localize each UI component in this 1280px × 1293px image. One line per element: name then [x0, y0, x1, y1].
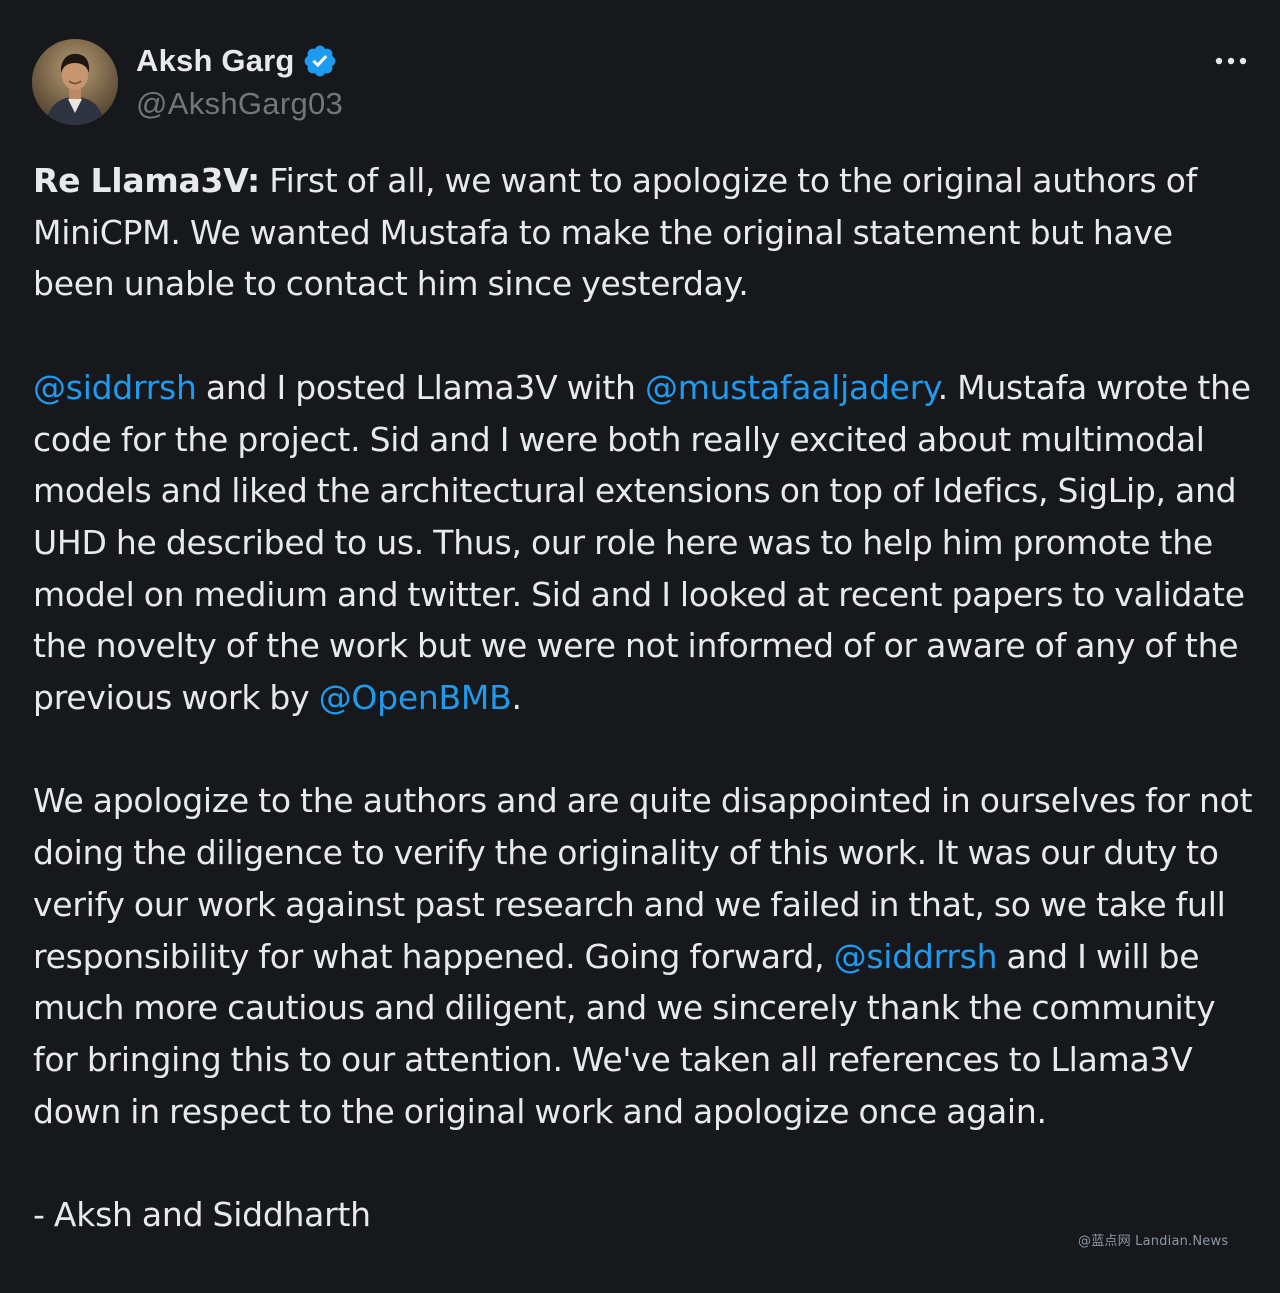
- verified-badge-icon[interactable]: [302, 43, 338, 79]
- tweet-text: Re Llama3V: First of all, we want to apo…: [33, 155, 1263, 1241]
- more-options-button[interactable]: [1208, 44, 1254, 78]
- tweet-text-segment: .: [511, 678, 523, 718]
- author-name-row: Aksh Garg: [136, 40, 343, 82]
- tweet-paragraph-3: We apologize to the authors and are quit…: [33, 775, 1263, 1137]
- watermark: @蓝点网 Landian.News: [1078, 1234, 1229, 1249]
- author-block: Aksh Garg @AkshGarg03: [136, 40, 343, 122]
- mention-link-mustafaaljadery[interactable]: @mustafaaljadery: [645, 368, 938, 407]
- tweet-paragraph-2: @siddrrsh and I posted Llama3V with @mus…: [33, 362, 1263, 724]
- tweet-paragraph-1: Re Llama3V: First of all, we want to apo…: [33, 155, 1263, 310]
- tweet-card: Aksh Garg @AkshGarg03 Re Llama3V: First …: [0, 0, 1280, 1293]
- more-options-icon: [1215, 57, 1247, 65]
- avatar-photo: [32, 39, 118, 125]
- author-handle[interactable]: @AkshGarg03: [136, 86, 343, 122]
- avatar[interactable]: [32, 39, 118, 125]
- author-display-name[interactable]: Aksh Garg: [136, 43, 295, 79]
- tweet-lede: Re Llama3V:: [33, 161, 261, 200]
- mention-link-siddrrsh[interactable]: @siddrrsh: [834, 937, 998, 976]
- mention-link-siddrrsh[interactable]: @siddrrsh: [33, 368, 197, 407]
- mention-link-openbmb[interactable]: @OpenBMB: [319, 678, 512, 717]
- tweet-text-segment: and I posted Llama3V with: [196, 367, 645, 407]
- tweet-text-segment: . Mustafa wrote the code for the project…: [33, 367, 1251, 718]
